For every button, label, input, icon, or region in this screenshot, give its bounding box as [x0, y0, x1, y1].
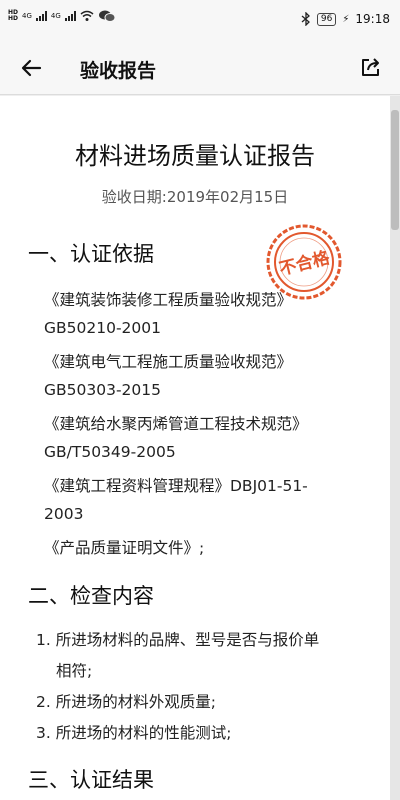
status-bar: HD HD 4G 4G 96 ⚡ 19:18 — [0, 0, 400, 42]
network2-label: 4G — [50, 12, 61, 20]
charging-icon: ⚡ — [342, 13, 350, 25]
section-heading-inspection: 二、检查内容 — [28, 584, 154, 608]
check-item: 3. 所进场的材料的性能测试; — [36, 724, 232, 742]
share-button[interactable] — [358, 54, 384, 80]
clock: 19:18 — [355, 12, 390, 26]
signal-strength-icon-2 — [64, 11, 76, 21]
status-right: 96 ⚡ 19:18 — [301, 12, 390, 26]
signal-strength-icon — [35, 11, 47, 21]
share-icon — [362, 58, 379, 76]
app-bar: 验收报告 — [0, 42, 400, 95]
network1-label: 4G — [22, 12, 32, 20]
signal-indicators: HD HD 4G 4G — [8, 10, 116, 22]
basis-line: 《建筑给水聚丙烯管道工程技术规范》 — [44, 415, 308, 433]
section-heading-result: 三、认证结果 — [28, 768, 154, 792]
sim-labels: HD HD — [8, 10, 18, 22]
basis-line: GB/T50349-2005 — [44, 443, 176, 461]
document-title: 材料进场质量认证报告 — [75, 142, 315, 170]
basis-line: 《产品质量证明文件》; — [44, 539, 205, 557]
basis-line: 《建筑装饰装修工程质量验收规范》 — [44, 291, 293, 309]
battery-indicator: 96 — [316, 12, 337, 26]
basis-line: GB50303-2015 — [44, 381, 161, 399]
check-item-continued: 相符; — [56, 662, 93, 680]
basis-line: 《建筑电气工程施工质量验收规范》 — [44, 353, 293, 371]
sim2-label: HD — [8, 15, 19, 22]
check-item: 1. 所进场材料的品牌、型号是否与报价单 — [36, 631, 320, 649]
inspection-date: 验收日期:2019年02月15日 — [101, 188, 289, 206]
bluetooth-icon — [301, 12, 310, 26]
report-document[interactable]: 材料进场质量认证报告 验收日期:2019年02月15日 不合格 一、认证依据 《… — [0, 96, 390, 800]
basis-line: 《建筑工程资料管理规程》DBJ01-51- — [44, 477, 308, 495]
scrollbar-thumb[interactable] — [391, 110, 399, 230]
basis-line: 2003 — [44, 505, 84, 523]
section-heading-basis: 一、认证依据 — [28, 242, 154, 266]
back-button[interactable] — [18, 54, 46, 82]
wechat-icon — [98, 10, 116, 22]
wifi-icon — [80, 10, 94, 21]
basis-line: GB50210-2001 — [44, 319, 161, 337]
check-item: 2. 所进场的材料外观质量; — [36, 693, 216, 711]
arrow-left-icon — [21, 59, 42, 77]
page-title: 验收报告 — [80, 60, 157, 82]
